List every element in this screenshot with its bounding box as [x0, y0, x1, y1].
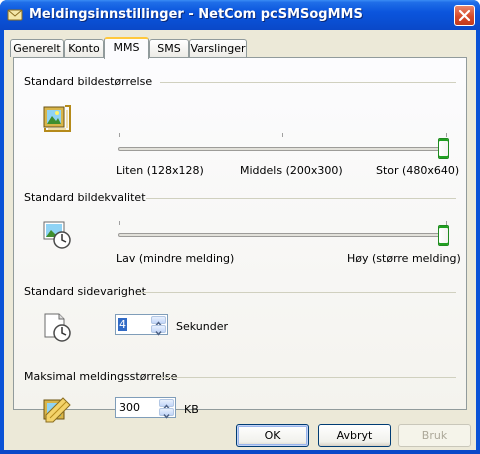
slider-label-mid: Middels (200x300)	[240, 164, 343, 177]
app-icon	[7, 9, 23, 21]
page-duration-value[interactable]: 4	[118, 318, 127, 331]
spin-buttons	[151, 316, 166, 336]
dialog-body: Generelt Konto MMS SMS Varslinger Standa…	[4, 30, 476, 450]
close-icon	[458, 9, 471, 22]
tab-label: MMS	[113, 41, 140, 54]
tab-label: Generelt	[13, 42, 61, 55]
slider-tick	[119, 133, 120, 137]
group-divider	[138, 292, 456, 293]
tab-label: Varslinger	[190, 42, 246, 55]
image-quality-slider[interactable]	[118, 233, 448, 237]
tab-generelt[interactable]: Generelt	[10, 39, 64, 57]
max-size-value[interactable]: 300	[119, 401, 140, 414]
cancel-button[interactable]: Avbryt	[318, 424, 391, 447]
image-size-slider-thumb[interactable]	[438, 138, 449, 159]
slider-label-max: Stor (480x640)	[376, 164, 460, 177]
image-size-icon	[43, 105, 71, 132]
spin-buttons	[159, 399, 174, 419]
max-size-spinbox[interactable]: 300	[115, 397, 176, 419]
slider-label-max: Høy (større melding)	[347, 252, 461, 265]
slider-tick	[119, 221, 120, 225]
title-bar[interactable]: Meldingsinnstillinger - NetCom pcSMSogMM…	[0, 0, 480, 30]
spin-up-button[interactable]	[151, 316, 166, 326]
close-button[interactable]	[454, 5, 475, 26]
page-duration-unit: Sekunder	[176, 320, 228, 333]
tab-label: Konto	[68, 42, 100, 55]
group-title-image-size: Standard bildestørrelse	[24, 75, 153, 88]
chevron-down-icon	[163, 414, 170, 419]
group-divider	[146, 198, 456, 199]
ok-button[interactable]: OK	[236, 424, 309, 447]
page-duration-icon	[44, 313, 71, 342]
tab-varslinger[interactable]: Varslinger	[189, 39, 247, 57]
slider-tick	[282, 133, 283, 137]
spin-down-button[interactable]	[151, 325, 166, 336]
page-duration-spinbox[interactable]: 4	[115, 314, 168, 336]
spin-up-button[interactable]	[159, 399, 174, 409]
mms-tab-panel: Standard bildestørrelse Liten (128x128) …	[13, 57, 467, 423]
max-size-unit: KB	[184, 403, 199, 416]
slider-label-min: Lav (mindre melding)	[116, 252, 235, 265]
tab-label: SMS	[157, 42, 181, 55]
group-title-page-duration: Standard sidevarighet	[24, 285, 146, 298]
slider-tick	[446, 133, 447, 137]
group-title-image-quality: Standard bildekvalitet	[24, 191, 146, 204]
group-divider	[160, 82, 456, 83]
apply-button[interactable]: Bruk	[398, 424, 471, 447]
spin-down-button[interactable]	[159, 408, 174, 419]
image-size-slider[interactable]	[118, 147, 448, 151]
dialog-window: Meldingsinnstillinger - NetCom pcSMSogMM…	[0, 0, 480, 454]
slider-label-min: Liten (128x128)	[116, 164, 204, 177]
image-quality-slider-thumb[interactable]	[438, 225, 449, 246]
group-divider	[160, 377, 456, 378]
image-quality-icon	[43, 221, 71, 249]
group-title-max-size: Maksimal meldingsstørrelse	[24, 370, 178, 383]
tab-mms[interactable]: MMS	[104, 37, 149, 59]
window-title: Meldingsinnstillinger - NetCom pcSMSogMM…	[29, 7, 363, 22]
chevron-down-icon	[155, 331, 162, 336]
max-size-icon	[43, 397, 71, 423]
tab-sms[interactable]: SMS	[149, 39, 189, 57]
tab-konto[interactable]: Konto	[64, 39, 104, 57]
window-frame-bottom	[0, 450, 480, 454]
